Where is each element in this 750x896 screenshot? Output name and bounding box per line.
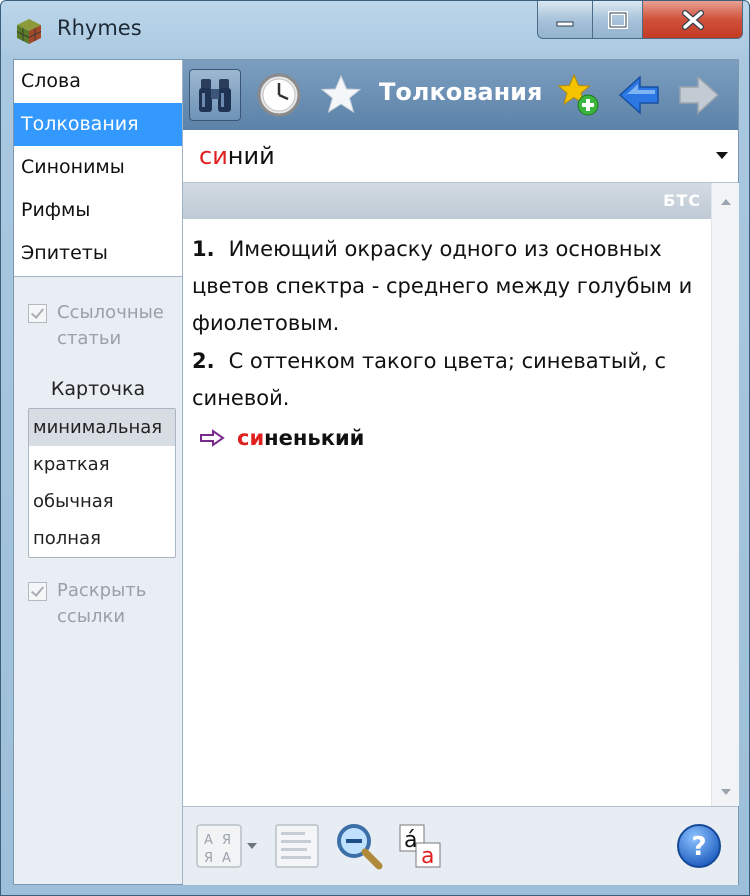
maximize-icon xyxy=(607,10,628,29)
ref-articles-option[interactable]: Ссылочные статьи xyxy=(28,300,167,352)
card-item-full[interactable]: полная xyxy=(29,520,175,557)
close-button[interactable] xyxy=(643,1,743,39)
search-word-rest: ний xyxy=(227,142,275,170)
svg-text:Я: Я xyxy=(204,851,213,866)
binoculars-icon xyxy=(199,79,231,112)
svg-text:Я: Я xyxy=(222,833,231,848)
left-pane: Слова Толкования Синонимы Рифмы Эпитеты … xyxy=(14,60,183,884)
reference-link[interactable]: си ненький xyxy=(199,426,364,450)
source-label: БТС xyxy=(663,191,701,210)
search-mode-button[interactable] xyxy=(189,69,241,121)
svg-text:á: á xyxy=(404,828,417,853)
close-icon xyxy=(681,9,704,30)
client-area: Слова Толкования Синонимы Рифмы Эпитеты … xyxy=(13,59,739,885)
minimize-icon xyxy=(556,21,574,26)
bottom-toolbar: А Я Я А á a ? xyxy=(183,806,738,885)
mode-item-definitions[interactable]: Толкования xyxy=(14,103,182,146)
definition-number: 2. xyxy=(192,349,215,373)
zoom-icon xyxy=(337,824,383,870)
app-window: Rhymes Слова Толкования Синонимы Рифмы Э… xyxy=(0,0,750,896)
add-favorite-button[interactable] xyxy=(553,69,605,121)
reference-word-rest: ненький xyxy=(264,426,365,450)
help-icon: ? xyxy=(677,824,721,868)
expand-links-checkbox[interactable] xyxy=(28,582,47,601)
search-word-stress: си xyxy=(199,142,228,170)
star-icon xyxy=(320,74,362,114)
ref-articles-label: Ссылочные статьи xyxy=(57,302,164,349)
history-button[interactable] xyxy=(253,69,305,121)
toolbar-title: Толкования xyxy=(379,78,543,106)
definition-2: 2. С оттенком такого цвета; синеватый, с … xyxy=(192,343,702,417)
cube-app-icon xyxy=(16,19,42,44)
caption-buttons xyxy=(537,1,743,39)
card-title: Карточка xyxy=(50,378,146,400)
card-item-short[interactable]: краткая xyxy=(29,446,175,483)
arrow-right-icon xyxy=(200,429,225,447)
vertical-scrollbar[interactable] xyxy=(711,183,739,806)
scroll-down-icon[interactable] xyxy=(721,789,731,795)
zoom-button[interactable] xyxy=(333,821,385,871)
card-item-normal[interactable]: обычная xyxy=(29,483,175,520)
forward-button[interactable] xyxy=(673,69,725,121)
svg-text:А: А xyxy=(204,833,213,848)
scroll-up-icon[interactable] xyxy=(721,199,731,205)
help-label: ? xyxy=(691,832,706,862)
mode-list: Слова Толкования Синонимы Рифмы Эпитеты xyxy=(14,60,182,277)
definition-number: 1. xyxy=(192,237,215,261)
layout-icon xyxy=(275,824,319,868)
expand-links-label: Раскрыть ссылки xyxy=(57,580,147,627)
back-arrow-icon xyxy=(618,75,659,115)
definition-text: Имеющий окраску одного из основных цвето… xyxy=(192,237,693,335)
mode-item-rhymes[interactable]: Рифмы xyxy=(14,189,182,232)
card-list: минимальная краткая обычная полная xyxy=(28,408,176,558)
title-bar[interactable]: Rhymes xyxy=(1,1,749,59)
accent-icon: á a xyxy=(399,824,441,869)
svg-text:А: А xyxy=(222,851,231,866)
toolbar: Толкования xyxy=(183,60,738,130)
reference-word-stress: си xyxy=(237,426,265,450)
svg-text:a: a xyxy=(421,844,434,869)
maximize-button[interactable] xyxy=(593,1,643,39)
definition-1: 1. Имеющий окраску одного из основных цве… xyxy=(192,231,702,342)
word-combobox[interactable]: синий xyxy=(183,130,738,183)
ref-articles-checkbox[interactable] xyxy=(28,304,47,323)
mode-item-synonyms[interactable]: Синонимы xyxy=(14,146,182,189)
card-item-minimal[interactable]: минимальная xyxy=(29,409,175,446)
back-button[interactable] xyxy=(613,69,665,121)
definition-text: С оттенком такого цвета; синеватый, с си… xyxy=(192,349,667,410)
minimize-button[interactable] xyxy=(537,1,593,39)
article-pane: БТС 1. Имеющий окраску одного из основных… xyxy=(183,183,711,806)
font-size-button[interactable]: А Я Я А xyxy=(195,821,261,871)
add-favorite-icon xyxy=(557,73,599,116)
favorites-button[interactable] xyxy=(315,69,367,121)
mode-item-words[interactable]: Слова xyxy=(14,60,182,103)
forward-arrow-icon xyxy=(679,75,720,115)
clock-icon xyxy=(257,73,301,117)
help-button[interactable]: ? xyxy=(673,821,725,871)
window-title: Rhymes xyxy=(57,16,142,40)
search-input[interactable]: синий xyxy=(199,142,275,170)
chevron-down-icon[interactable] xyxy=(716,152,728,159)
expand-links-option[interactable]: Раскрыть ссылки xyxy=(28,578,167,630)
mode-item-epithets[interactable]: Эпитеты xyxy=(14,232,182,275)
font-size-icon: А Я Я А xyxy=(196,824,257,868)
layout-button[interactable] xyxy=(271,821,323,871)
accent-button[interactable]: á a xyxy=(395,821,447,871)
source-band: БТС xyxy=(183,183,711,219)
